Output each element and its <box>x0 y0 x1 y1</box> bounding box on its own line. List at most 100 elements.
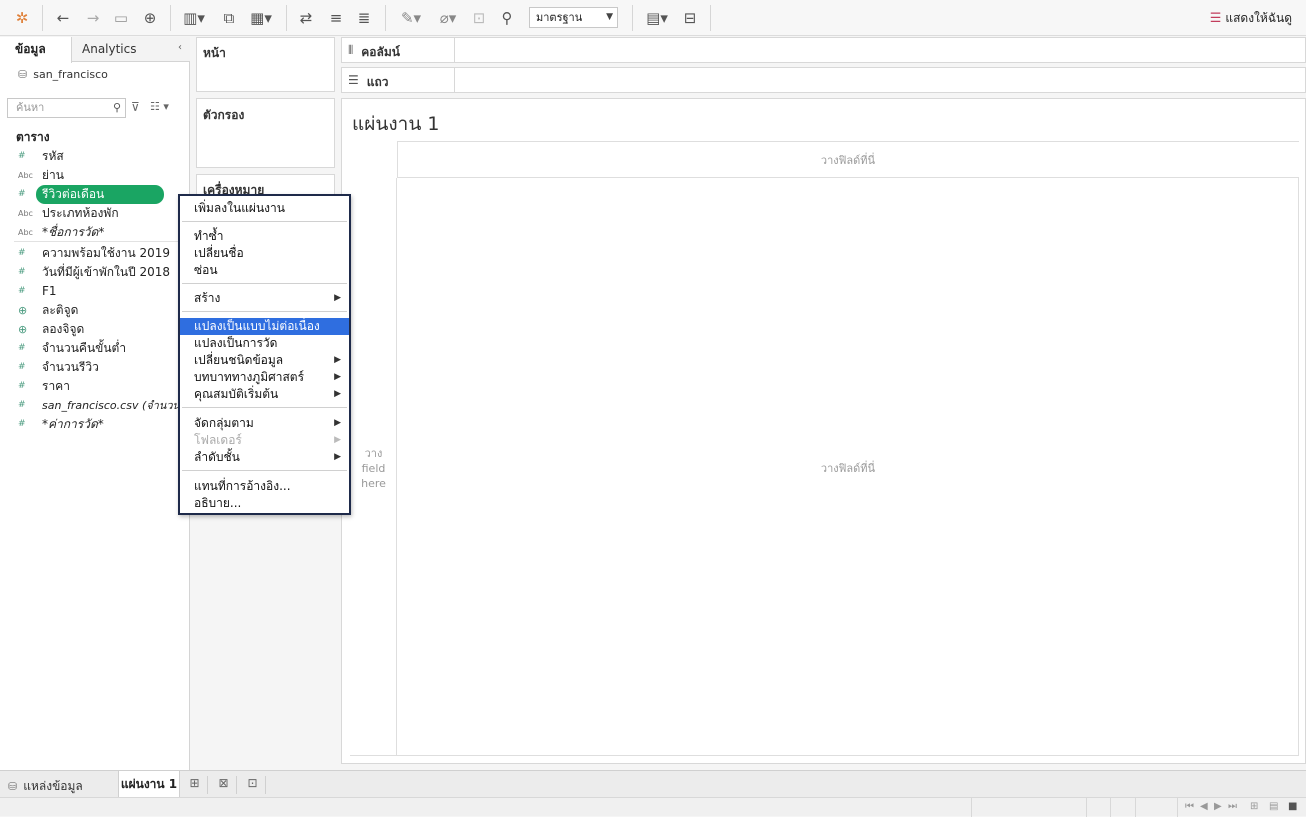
show-me-button[interactable]: ☰ แสดงให้ฉันดู <box>1210 9 1292 28</box>
string-field-icon: Abc <box>18 227 33 237</box>
filters-card[interactable]: ตัวกรอง <box>196 98 335 168</box>
field-item[interactable]: # วันที่มีผู้เข้าพักในปี 2018 <box>18 263 170 281</box>
columns-shelf[interactable]: ⦀ คอลัมน์ <box>341 37 1306 63</box>
menu-item-convert-measure[interactable]: แปลงเป็นการวัด <box>180 335 349 352</box>
menu-item-convert-discrete[interactable]: แปลงเป็นแบบไม่ต่อเนื่อง <box>180 318 349 335</box>
swap-rows-columns-icon[interactable]: ⇄ <box>295 6 317 30</box>
toolbar-divider <box>632 5 633 31</box>
new-datasource-icon[interactable]: ⊕ <box>139 6 161 30</box>
new-worksheet-icon[interactable]: ⊞ <box>182 776 208 794</box>
redo-icon[interactable]: → <box>82 6 104 30</box>
menu-item-label: คุณสมบัติเริ่มต้น <box>194 387 279 401</box>
field-item[interactable]: Abc ย่าน <box>18 166 64 184</box>
fit-select[interactable]: มาตรฐาน ▼ <box>529 7 618 28</box>
field-item[interactable]: # san_francisco.csv (จำนวน) <box>18 396 184 414</box>
number-field-icon: # <box>18 400 26 410</box>
undo-icon[interactable]: ← <box>52 6 74 30</box>
field-item[interactable]: ⊕ ลองจิจูด <box>18 320 84 338</box>
menu-item-duplicate[interactable]: ทำซ้ำ <box>180 228 349 245</box>
group-members-icon[interactable]: ⌀▾ <box>432 6 464 30</box>
field-name: วันที่มีผู้เข้าพักในปี 2018 <box>42 264 171 279</box>
submenu-arrow-icon: ▶ <box>334 355 341 365</box>
tables-section-header: ตาราง <box>16 130 50 144</box>
menu-item-group-by[interactable]: จัดกลุ่มตาม ▶ <box>180 415 349 432</box>
datasource-icon: ⛁ <box>8 780 18 793</box>
first-sheet-icon[interactable]: ⏮ <box>1185 801 1194 812</box>
toolbar-divider <box>42 5 43 31</box>
filter-icon[interactable]: ⊽ <box>131 100 140 114</box>
field-item[interactable]: # *ค่าการวัด* <box>18 415 104 433</box>
field-item[interactable]: # F1 <box>18 282 57 300</box>
tableau-logo-icon[interactable]: ✲ <box>12 6 32 30</box>
pages-card[interactable]: หน้า <box>196 37 335 92</box>
drop-zone-main[interactable]: วางฟิลด์ที่นี่ <box>397 178 1299 756</box>
menu-item-create[interactable]: สร้าง ▶ <box>180 290 349 307</box>
save-icon[interactable]: ▭ <box>110 6 132 30</box>
tab-datasource[interactable]: ⛁ แหล่งข้อมูล <box>8 777 83 796</box>
menu-item-describe[interactable]: อธิบาย... <box>180 495 349 512</box>
number-field-icon: # <box>18 267 26 277</box>
presentation-mode-icon[interactable]: ⊟ <box>679 6 701 30</box>
drop-zone-rows-text: วาง field here <box>350 446 397 491</box>
menu-item-rename[interactable]: เปลี่ยนชื่อ <box>180 245 349 262</box>
status-divider <box>1086 798 1087 817</box>
menu-item-add-to-sheet[interactable]: เพิ่มลงในแผ่นงาน <box>180 200 349 217</box>
menu-item-geographic-role[interactable]: บทบาททางภูมิศาสตร์ ▶ <box>180 369 349 386</box>
view-list-icon[interactable]: ☷ ▾ <box>150 100 169 113</box>
new-dashboard-icon[interactable]: ⊠ <box>211 776 237 794</box>
new-story-icon[interactable]: ⊡ <box>240 776 266 794</box>
field-item-selected[interactable]: # รีวิวต่อเดือน <box>18 184 165 204</box>
prev-sheet-icon[interactable]: ◀ <box>1200 801 1208 812</box>
number-field-icon: # <box>18 343 26 353</box>
field-item[interactable]: Abc *ชื่อการวัด* <box>18 223 104 241</box>
menu-item-replace-references[interactable]: แทนที่การอ้างอิง... <box>180 478 349 495</box>
menu-item-change-data-type[interactable]: เปลี่ยนชนิดข้อมูล ▶ <box>180 352 349 369</box>
menu-item-hide[interactable]: ซ่อน <box>180 262 349 279</box>
sheet-sorter-icon[interactable]: ⊞ <box>1250 801 1258 812</box>
tab-analytics[interactable]: Analytics <box>82 37 137 62</box>
tabs-view-icon[interactable]: ■ <box>1288 801 1297 812</box>
status-divider <box>1135 798 1136 817</box>
tab-sheet-1[interactable]: แผ่นงาน 1 <box>118 771 180 798</box>
show-cards-icon[interactable]: ▤▾ <box>641 6 673 30</box>
menu-item-label: จัดกลุ่มตาม <box>194 416 254 430</box>
next-sheet-icon[interactable]: ▶ <box>1214 801 1222 812</box>
drop-zone-columns[interactable]: วางฟิลด์ที่นี่ <box>397 141 1299 178</box>
sort-descending-icon[interactable]: ≣ <box>353 6 375 30</box>
field-item[interactable]: # จำนวนรีวิว <box>18 358 99 376</box>
sheet-title[interactable]: แผ่นงาน 1 <box>352 109 439 139</box>
field-name: ประเภทห้องพัก <box>42 205 119 220</box>
new-worksheet-icon[interactable]: ▥▾ <box>178 6 210 30</box>
filmstrip-icon[interactable]: ▤ <box>1269 801 1278 812</box>
menu-item-hierarchy[interactable]: ลำดับชั้น ▶ <box>180 449 349 466</box>
drop-zone-main-text: วางฟิลด์ที่นี่ <box>820 462 876 475</box>
field-name: *ค่าการวัด* <box>42 416 104 431</box>
duplicate-sheet-icon[interactable]: ⧉ <box>218 6 240 30</box>
search-input[interactable]: ค้นหา ⚲ <box>7 98 126 118</box>
search-placeholder: ค้นหา <box>16 101 45 114</box>
datasource-item[interactable]: ⛁ san_francisco <box>18 68 108 81</box>
field-item[interactable]: # ความพร้อมใช้งาน 2019 <box>18 244 170 262</box>
drop-zone-rows[interactable]: วาง field here <box>350 178 397 756</box>
tab-data[interactable]: ข้อมูล <box>0 37 72 63</box>
field-item[interactable]: # รหัส <box>18 147 64 165</box>
field-item[interactable]: # จำนวนคืนขั้นต่ำ <box>18 339 126 357</box>
rows-shelf[interactable]: ☰ แถว <box>341 67 1306 93</box>
submenu-arrow-icon: ▶ <box>334 372 341 382</box>
show-mark-labels-icon[interactable]: ⊡ <box>468 6 490 30</box>
menu-divider <box>182 283 347 284</box>
string-field-icon: Abc <box>18 208 33 218</box>
sort-ascending-icon[interactable]: ≡ <box>325 6 347 30</box>
field-item[interactable]: ⊕ ละติจูด <box>18 301 78 319</box>
field-name: ราคา <box>42 378 70 393</box>
highlight-icon[interactable]: ✎▾ <box>395 6 427 30</box>
collapse-pane-icon[interactable]: ‹ <box>178 42 182 53</box>
pages-card-title: หน้า <box>203 46 226 60</box>
last-sheet-icon[interactable]: ⏭ <box>1228 801 1237 812</box>
pin-icon[interactable]: ⚲ <box>496 6 518 30</box>
field-item[interactable]: Abc ประเภทห้องพัก <box>18 204 119 222</box>
menu-item-default-properties[interactable]: คุณสมบัติเริ่มต้น ▶ <box>180 386 349 403</box>
field-item[interactable]: # ราคา <box>18 377 70 395</box>
clear-sheet-icon[interactable]: ▦▾ <box>245 6 277 30</box>
menu-divider <box>182 470 347 471</box>
